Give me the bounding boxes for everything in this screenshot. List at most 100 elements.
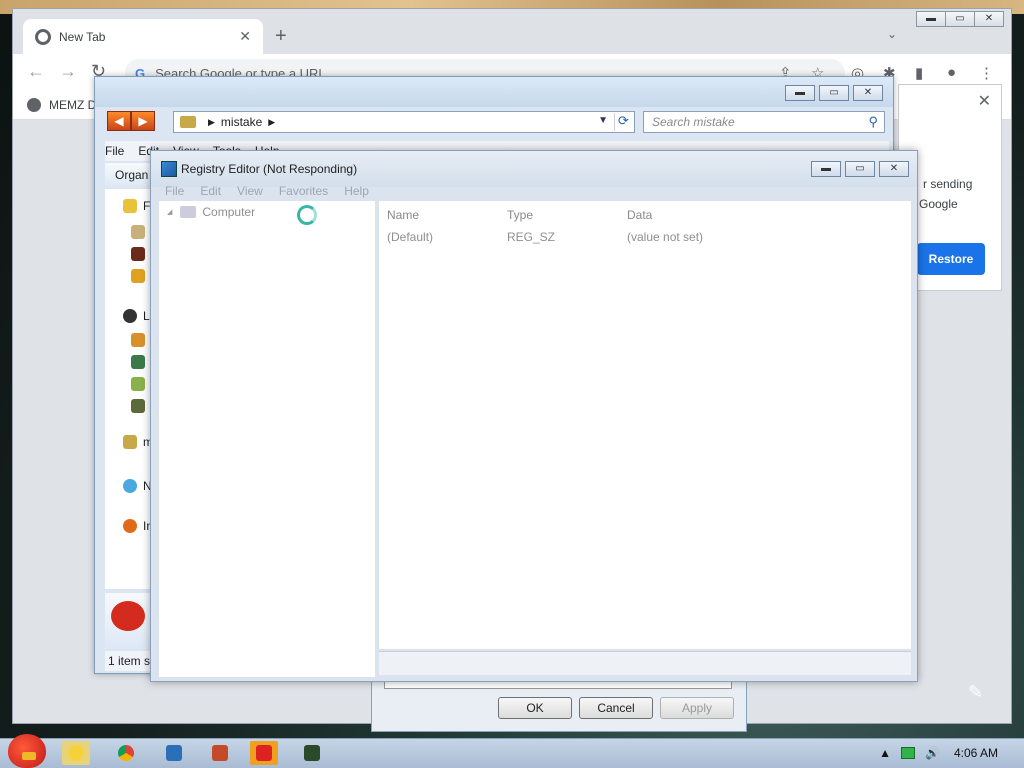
tab-new-tab[interactable]: New Tab ✕: [23, 19, 263, 54]
taskbar-explorer[interactable]: [206, 741, 234, 765]
address-bar[interactable]: ▶ mistake ▶ ▼ ⟳: [173, 111, 635, 133]
tray-expand-icon[interactable]: ▲: [879, 746, 891, 760]
forward-arrow-icon[interactable]: →: [59, 61, 77, 82]
chrome-icon: [118, 745, 134, 761]
clock[interactable]: 4:06 AM: [954, 746, 998, 760]
favorites-star-icon: [123, 199, 137, 213]
minimize-button[interactable]: ▬: [785, 85, 815, 101]
back-arrow-icon[interactable]: ←: [27, 61, 45, 82]
chrome-favicon-icon: [35, 28, 51, 45]
folder-icon: [123, 435, 137, 449]
tree-item-computer[interactable]: ◢ Computer: [167, 205, 255, 219]
angry-bird-icon: [111, 601, 145, 631]
side-panel-icon[interactable]: ▮: [915, 64, 923, 82]
chrome-tabstrip: New Tab ✕ + ⌄ ▬ ▭ ✕: [13, 9, 1011, 54]
minimize-button[interactable]: ▬: [916, 11, 946, 27]
breadcrumb-arrow-icon[interactable]: ▶: [208, 117, 215, 128]
profile-icon[interactable]: ●: [947, 64, 956, 81]
maximize-button[interactable]: ▭: [819, 85, 849, 101]
taskbar-shield[interactable]: [250, 741, 278, 765]
explorer-navigation-pane: F L m N In: [105, 189, 155, 589]
explorer-nav-buttons: ◀ ▶: [107, 111, 155, 131]
tab-search-chevron-icon[interactable]: ⌄: [887, 27, 897, 41]
system-tray: ▲ 🔊 4:06 AM: [869, 741, 1024, 765]
organize-button[interactable]: Organ: [115, 168, 148, 182]
folder-icon: [131, 225, 145, 239]
column-header-name[interactable]: Name: [387, 208, 419, 222]
registry-editor-window: Registry Editor (Not Responding) ▬ ▭ ✕ F…: [150, 150, 918, 682]
menu-file[interactable]: File: [165, 184, 184, 198]
menu-kebab-icon[interactable]: ⋮: [979, 64, 994, 82]
internet-icon: [123, 519, 137, 533]
value-data: (value not set): [627, 230, 704, 244]
explorer-titlebar: ▬ ▭ ✕: [95, 77, 893, 107]
maximize-button[interactable]: ▭: [845, 161, 875, 177]
ok-button[interactable]: OK: [498, 697, 572, 719]
refresh-icon[interactable]: ⟳: [614, 113, 632, 131]
explorer-window-controls: ▬ ▭ ✕: [781, 85, 883, 101]
nav-item-libraries[interactable]: L: [143, 309, 150, 323]
column-header-data[interactable]: Data: [627, 208, 652, 222]
customize-pencil-icon[interactable]: ✎: [968, 682, 983, 703]
menu-help[interactable]: Help: [344, 184, 369, 198]
bookmark-item[interactable]: MEMZ D: [27, 98, 96, 112]
chrome-window-controls: ▬ ▭ ✕: [916, 11, 1004, 27]
search-placeholder: Search mistake: [652, 115, 735, 129]
library-icon: [131, 355, 145, 369]
regedit-statusbar: [379, 651, 911, 675]
breadcrumb-arrow-icon[interactable]: ▶: [268, 117, 275, 128]
dropdown-arrow-icon[interactable]: ▼: [598, 115, 608, 126]
popup-text-line1: r sending: [923, 177, 973, 191]
angry-bird-start-icon: [8, 734, 46, 768]
globe-icon: [27, 98, 41, 112]
close-button[interactable]: ✕: [853, 85, 883, 101]
cancel-button[interactable]: Cancel: [579, 697, 653, 719]
menu-favorites[interactable]: Favorites: [279, 184, 328, 198]
column-header-type[interactable]: Type: [507, 208, 533, 222]
breadcrumb-folder[interactable]: mistake: [221, 115, 262, 129]
tab-title: New Tab: [59, 29, 106, 44]
start-button[interactable]: [4, 730, 50, 768]
restore-button[interactable]: Restore: [917, 243, 985, 275]
regedit-window-controls: ▬ ▭ ✕: [807, 161, 909, 177]
regedit-app-icon: [161, 161, 177, 177]
menu-view[interactable]: View: [237, 184, 263, 198]
registry-tree: ◢ Computer: [159, 201, 375, 677]
new-tab-button[interactable]: +: [275, 25, 287, 48]
window-title: Registry Editor (Not Responding): [181, 162, 358, 176]
value-name[interactable]: (Default): [387, 230, 499, 244]
volume-icon[interactable]: 🔊: [925, 746, 940, 760]
close-button[interactable]: ✕: [879, 161, 909, 177]
apply-button[interactable]: Apply: [660, 697, 734, 719]
tab-close-icon[interactable]: ✕: [239, 28, 251, 45]
bookmark-label: MEMZ D: [49, 98, 97, 112]
taskbar-chrome[interactable]: [112, 741, 140, 765]
sun-icon: [68, 745, 84, 761]
shield-icon: [256, 745, 272, 761]
taskbar-regedit[interactable]: [160, 741, 188, 765]
popup-close-icon[interactable]: ✕: [978, 91, 991, 111]
maximize-button[interactable]: ▭: [945, 11, 975, 27]
properties-dialog: OK Cancel Apply: [371, 674, 747, 732]
expand-triangle-icon[interactable]: ◢: [167, 208, 172, 216]
registry-values-list: Name Type Data (Default) REG_SZ (value n…: [379, 201, 911, 649]
popup-text-line2: Google: [919, 197, 958, 211]
regedit-icon: [166, 745, 182, 761]
terminal-icon: [304, 745, 320, 761]
menu-file[interactable]: File: [105, 144, 124, 158]
minimize-button[interactable]: ▬: [811, 161, 841, 177]
computer-icon: [180, 206, 197, 218]
close-button[interactable]: ✕: [974, 11, 1004, 27]
back-button[interactable]: ◀: [107, 111, 131, 131]
taskbar-terminal[interactable]: [298, 741, 326, 765]
forward-button[interactable]: ▶: [131, 111, 155, 131]
menu-edit[interactable]: Edit: [200, 184, 221, 198]
search-icon[interactable]: ⚲: [868, 114, 878, 130]
taskbar-app-1[interactable]: [62, 741, 90, 765]
tree-item-label: Computer: [202, 205, 256, 219]
library-icon: [131, 399, 145, 413]
search-input[interactable]: Search mistake ⚲: [643, 111, 885, 133]
library-icon: [131, 377, 145, 391]
library-icon: [131, 333, 145, 347]
network-tray-icon[interactable]: [901, 747, 916, 759]
